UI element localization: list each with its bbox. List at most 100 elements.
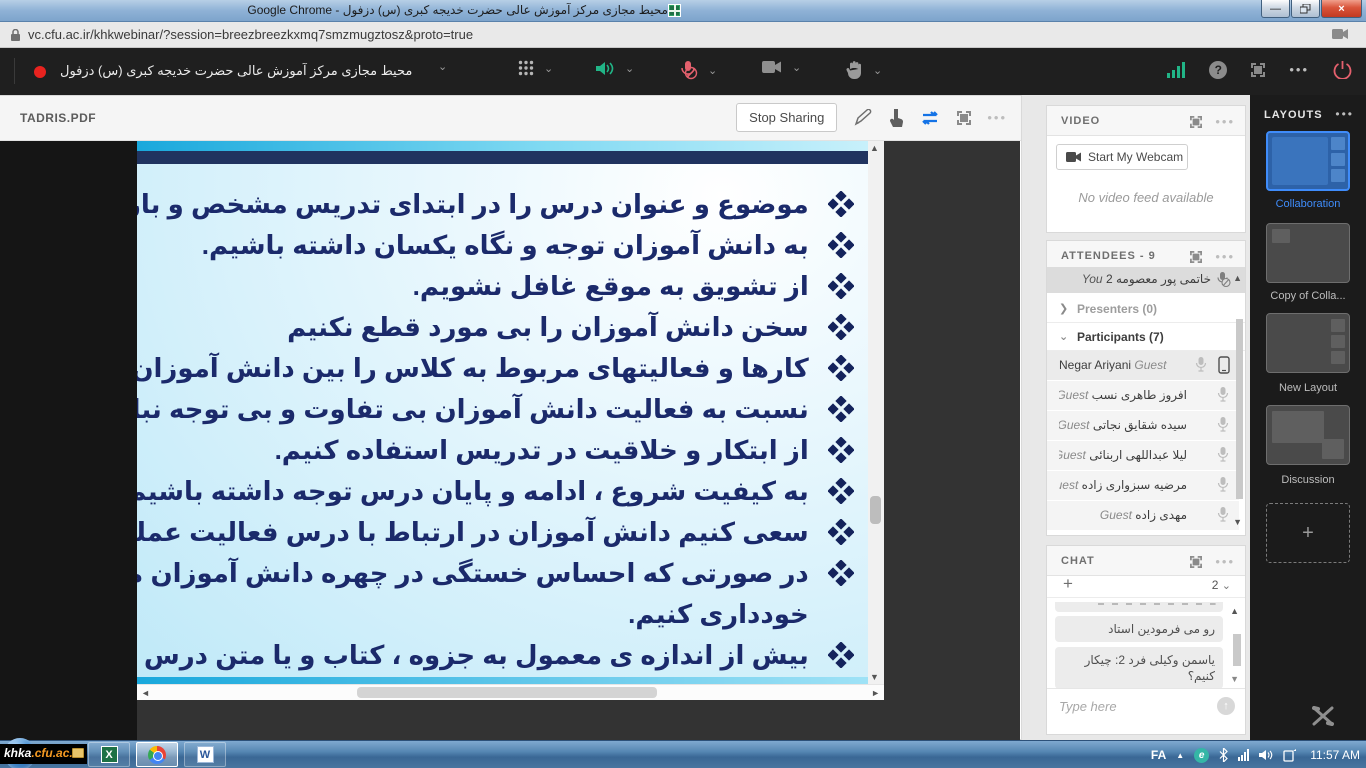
draw-icon[interactable] — [853, 109, 873, 127]
start-webcam-button[interactable]: Start My Webcam — [1056, 144, 1188, 170]
taskbar-word-button[interactable]: W — [184, 742, 226, 767]
layout-tools-icon[interactable] — [1312, 706, 1334, 726]
share-pod-header: TADRIS.PDF Stop Sharing ••• — [0, 96, 1021, 141]
recording-indicator-icon[interactable] — [34, 66, 46, 78]
mic-icon[interactable] — [1217, 477, 1229, 493]
scroll-left-icon[interactable]: ◄ — [141, 688, 150, 698]
mic-icon[interactable] — [1217, 507, 1229, 523]
mic-icon[interactable] — [1217, 417, 1229, 433]
action-center-icon[interactable] — [1283, 749, 1296, 762]
scroll-up-icon[interactable]: ▲ — [870, 143, 879, 153]
video-menu-icon[interactable]: ••• — [1215, 114, 1235, 129]
you-name: خاتمی پور معصومه 2 — [1106, 272, 1211, 286]
restore-button[interactable] — [1291, 0, 1320, 18]
attendees-scrollbar-thumb[interactable] — [1236, 319, 1243, 499]
pointer-icon[interactable] — [889, 109, 903, 127]
participants-group[interactable]: ⌄ Participants (7) — [1047, 323, 1245, 351]
camera-permission-icon[interactable] — [1332, 28, 1348, 40]
hscroll-thumb[interactable] — [357, 687, 657, 698]
mic-muted-small-icon[interactable] — [1215, 271, 1231, 288]
tray-expand-icon[interactable]: ▲ — [1176, 751, 1184, 760]
close-button[interactable]: × — [1321, 0, 1362, 18]
help-icon[interactable]: ? — [1209, 61, 1227, 79]
attendee-row[interactable]: Negar Ariyani Guest — [1047, 351, 1239, 380]
attendees-menu-icon[interactable]: ••• — [1215, 249, 1235, 264]
doc-bullet-line: سخن دانش آموزان را بی مورد قطع نکنیم — [137, 307, 854, 348]
new-chat-tab-button[interactable]: + — [1063, 574, 1073, 594]
attendee-row[interactable]: مهدی زاده Guest — [1047, 501, 1239, 530]
raise-hand-control[interactable]: ⌄ — [845, 60, 882, 80]
microphone-control[interactable]: ⌄ — [678, 60, 717, 80]
video-fullscreen-icon[interactable] — [1190, 116, 1202, 128]
mic-icon[interactable] — [1195, 357, 1207, 373]
layouts-menu-icon[interactable]: ••• — [1335, 107, 1354, 121]
volume-icon[interactable] — [1259, 749, 1273, 761]
scroll-down-icon[interactable]: ▼ — [870, 672, 879, 682]
webcam-button-icon — [1066, 152, 1081, 162]
layout-copy-label[interactable]: Copy of Colla... — [1250, 290, 1366, 302]
meeting-title[interactable]: محیط مجازی مرکز آموزش عالی حضرت خدیجه کب… — [60, 63, 430, 79]
chat-tab-selector[interactable]: 2 ⌄ — [1212, 578, 1231, 592]
attendees-scroll-up-icon[interactable]: ▲ — [1233, 273, 1242, 283]
send-message-icon[interactable]: ↑ — [1217, 697, 1235, 715]
webcam-control[interactable]: ⌄ — [762, 60, 801, 74]
bluetooth-icon[interactable] — [1219, 748, 1228, 762]
apps-menu[interactable]: ⌄ — [518, 60, 553, 76]
fullscreen-icon[interactable] — [1251, 63, 1265, 77]
layout-collaboration-label[interactable]: Collaboration — [1250, 198, 1366, 210]
taskbar-chrome-button[interactable] — [136, 742, 178, 767]
layout-new-label[interactable]: New Layout — [1250, 382, 1366, 394]
diamond-bullet-icon — [828, 434, 854, 475]
doc-top-band — [137, 141, 868, 151]
mic-icon[interactable] — [1217, 387, 1229, 403]
layouts-title: LAYOUTS — [1264, 109, 1323, 121]
chat-fullscreen-icon[interactable] — [1190, 556, 1202, 568]
attendee-row[interactable]: لیلا عبداللهی اربنائی Guest — [1047, 441, 1239, 470]
layout-new[interactable] — [1266, 313, 1350, 373]
share-fullscreen-icon[interactable] — [957, 111, 971, 125]
chat-menu-icon[interactable]: ••• — [1215, 554, 1235, 569]
attendee-row-you[interactable]: خاتمی پور معصومه 2 You — [1047, 267, 1245, 293]
minimize-button[interactable]: — — [1261, 0, 1290, 18]
chat-input-row: Type here ↑ — [1047, 688, 1245, 724]
diamond-bullet-icon — [828, 516, 854, 557]
layout-copy-of-collaboration[interactable] — [1266, 223, 1350, 283]
antivirus-icon[interactable]: e — [1194, 748, 1209, 763]
pdf-document[interactable]: موضوع و عنوان درس را در ابتدای تدریس مشخ… — [137, 141, 868, 684]
layout-collaboration[interactable] — [1266, 131, 1350, 191]
attendees-scroll-down-icon[interactable]: ▼ — [1233, 517, 1242, 527]
connection-signal-icon[interactable] — [1167, 62, 1185, 78]
share-menu-icon[interactable]: ••• — [987, 110, 1007, 125]
attendees-fullscreen-icon[interactable] — [1190, 251, 1202, 263]
sync-icon[interactable] — [919, 110, 941, 126]
restore-icon — [1300, 4, 1311, 14]
attendee-row[interactable]: سیده شقایق نجاتی Guest — [1047, 411, 1239, 440]
vscroll-thumb[interactable] — [870, 496, 881, 524]
taskbar-clock[interactable]: 11:57 AM — [1310, 748, 1360, 762]
language-indicator[interactable]: FA — [1151, 748, 1166, 762]
chat-scroll-up-icon[interactable]: ▲ — [1230, 606, 1239, 616]
browser-titlebar: محیط مجازی مرکز آموزش عالی حضرت خدیجه کب… — [0, 0, 1366, 22]
mic-icon[interactable] — [1217, 447, 1229, 463]
meeting-menu-chevron[interactable]: ⌄ — [438, 60, 447, 73]
url-text[interactable]: vc.cfu.ac.ir/khkwebinar/?session=breezbr… — [28, 27, 473, 42]
chat-input-field[interactable]: Type here — [1059, 699, 1117, 714]
speaker-control[interactable]: ⌄ — [595, 60, 634, 77]
taskbar-excel-button[interactable]: X — [88, 742, 130, 767]
document-horizontal-scrollbar[interactable]: ◄ ► — [137, 684, 884, 700]
layout-discussion-label[interactable]: Discussion — [1250, 474, 1366, 486]
network-signal-icon[interactable] — [1238, 749, 1249, 761]
layout-discussion[interactable] — [1266, 405, 1350, 465]
scroll-right-icon[interactable]: ► — [871, 688, 880, 698]
attendee-row[interactable]: افروز طاهری نسب Guest — [1047, 381, 1239, 410]
attendee-row[interactable]: مرضیه سبزواری زاده Guest — [1047, 471, 1239, 500]
toolbar-menu-icon[interactable]: ••• — [1289, 62, 1309, 77]
chat-scroll-down-icon[interactable]: ▼ — [1230, 674, 1239, 684]
presenters-group[interactable]: ❯ Presenters (0) — [1047, 295, 1245, 323]
document-vertical-scrollbar[interactable]: ▲ ▼ — [868, 141, 884, 684]
add-layout-button[interactable]: + — [1266, 503, 1350, 563]
chat-scrollbar-thumb[interactable] — [1233, 634, 1241, 666]
exit-meeting-icon[interactable] — [1333, 60, 1352, 79]
libraries-icon[interactable] — [72, 748, 84, 758]
stop-sharing-button[interactable]: Stop Sharing — [736, 103, 837, 132]
